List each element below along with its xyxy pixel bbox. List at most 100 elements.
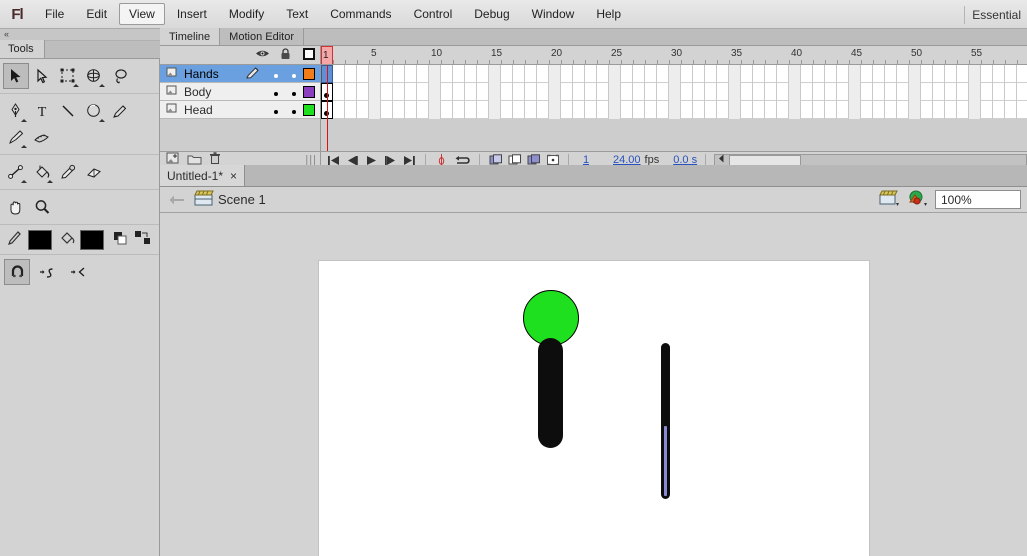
frame-cell[interactable] — [345, 65, 357, 83]
frame-cell[interactable] — [825, 101, 837, 119]
frame-cell[interactable] — [645, 83, 657, 101]
frame-cell[interactable] — [873, 65, 885, 83]
deco-tool[interactable] — [29, 124, 55, 150]
selection-tool[interactable] — [3, 63, 29, 89]
frame-cell[interactable] — [789, 101, 801, 119]
frame-cell[interactable] — [969, 65, 981, 83]
frame-cell[interactable] — [657, 101, 669, 119]
frames-row-body[interactable] — [321, 83, 1027, 101]
bone-tool[interactable] — [3, 159, 29, 185]
frame-cell[interactable] — [777, 65, 789, 83]
frame-cell[interactable] — [441, 83, 453, 101]
frame-cell[interactable] — [633, 65, 645, 83]
frame-cell[interactable] — [825, 83, 837, 101]
frame-cell[interactable] — [453, 83, 465, 101]
edit-scene-icon[interactable] — [879, 189, 901, 210]
menu-item-modify[interactable]: Modify — [219, 3, 274, 25]
back-arrow-icon[interactable] — [166, 194, 188, 206]
frame-cell[interactable] — [873, 101, 885, 119]
frame-cell[interactable] — [885, 101, 897, 119]
tool-menu-triangle-icon[interactable] — [21, 142, 27, 148]
frame-cell[interactable] — [1017, 65, 1027, 83]
frame-cell[interactable] — [525, 101, 537, 119]
frame-cell[interactable] — [357, 65, 369, 83]
pen-tool[interactable] — [3, 98, 29, 124]
frame-cell[interactable] — [597, 101, 609, 119]
frame-cell[interactable] — [585, 101, 597, 119]
paint-bucket-tool[interactable] — [29, 159, 55, 185]
frame-cell[interactable] — [609, 101, 621, 119]
oval-tool[interactable] — [81, 98, 107, 124]
frame-cell[interactable] — [537, 83, 549, 101]
frame-cell[interactable] — [981, 101, 993, 119]
brush-tool[interactable] — [3, 124, 29, 150]
frame-cell[interactable] — [765, 65, 777, 83]
frame-cell[interactable] — [681, 83, 693, 101]
frame-cell[interactable] — [477, 101, 489, 119]
pencil-tool[interactable] — [107, 98, 133, 124]
frame-cell[interactable] — [573, 65, 585, 83]
frame-cell[interactable] — [333, 83, 345, 101]
frame-cell[interactable] — [429, 65, 441, 83]
frame-cell[interactable] — [957, 65, 969, 83]
frame-cell[interactable] — [849, 83, 861, 101]
frame-cell[interactable] — [633, 83, 645, 101]
frame-cell[interactable] — [669, 83, 681, 101]
frame-cell[interactable] — [525, 65, 537, 83]
frame-cell[interactable] — [909, 65, 921, 83]
frame-cell[interactable] — [549, 83, 561, 101]
frame-cell[interactable] — [417, 83, 429, 101]
frame-cell[interactable] — [381, 83, 393, 101]
frame-cell[interactable] — [993, 83, 1005, 101]
frame-cell[interactable] — [729, 83, 741, 101]
frame-cell[interactable] — [957, 83, 969, 101]
frame-cell[interactable] — [357, 101, 369, 119]
menu-item-commands[interactable]: Commands — [320, 3, 401, 25]
tab-tools[interactable]: Tools — [0, 40, 45, 58]
frame-cell[interactable] — [405, 65, 417, 83]
frame-cell[interactable] — [753, 101, 765, 119]
menu-item-file[interactable]: File — [35, 3, 74, 25]
frame-cell[interactable] — [453, 65, 465, 83]
frame-cell[interactable] — [465, 101, 477, 119]
frame-cell[interactable] — [813, 101, 825, 119]
frame-cell[interactable] — [645, 101, 657, 119]
frame-cell[interactable] — [789, 65, 801, 83]
frame-cell[interactable] — [501, 101, 513, 119]
frame-cell[interactable] — [573, 83, 585, 101]
frame-cell[interactable] — [681, 101, 693, 119]
frame-cell[interactable] — [537, 101, 549, 119]
frame-cell[interactable] — [921, 83, 933, 101]
frame-cell[interactable] — [369, 101, 381, 119]
frame-cell[interactable] — [477, 83, 489, 101]
lasso-tool[interactable] — [107, 63, 133, 89]
frame-cell[interactable] — [417, 101, 429, 119]
frame-cell[interactable] — [957, 101, 969, 119]
frame-cell[interactable] — [549, 101, 561, 119]
frame-cell[interactable] — [621, 83, 633, 101]
frame-cell[interactable] — [993, 101, 1005, 119]
layer-name-label[interactable]: Hands — [180, 67, 246, 81]
tool-menu-triangle-icon[interactable] — [21, 116, 27, 122]
frame-cell[interactable] — [909, 83, 921, 101]
frame-cell[interactable] — [849, 65, 861, 83]
frame-cell[interactable] — [789, 83, 801, 101]
frame-cell[interactable] — [969, 83, 981, 101]
frame-cell[interactable] — [1005, 83, 1017, 101]
frame-cell[interactable] — [933, 101, 945, 119]
frame-cell[interactable] — [465, 65, 477, 83]
frame-cell[interactable] — [621, 65, 633, 83]
layer-name-label[interactable]: Body — [180, 85, 267, 99]
frame-cell[interactable] — [369, 83, 381, 101]
frame-cell[interactable] — [693, 65, 705, 83]
frame-cell[interactable] — [969, 101, 981, 119]
frame-cell[interactable] — [429, 83, 441, 101]
frame-cell[interactable] — [729, 101, 741, 119]
frame-cell[interactable] — [513, 83, 525, 101]
zoom-tool[interactable] — [29, 194, 55, 220]
frame-cell[interactable] — [417, 65, 429, 83]
frame-cell[interactable] — [393, 65, 405, 83]
frame-cell[interactable] — [681, 65, 693, 83]
frame-cell[interactable] — [813, 83, 825, 101]
frame-cell[interactable] — [501, 83, 513, 101]
